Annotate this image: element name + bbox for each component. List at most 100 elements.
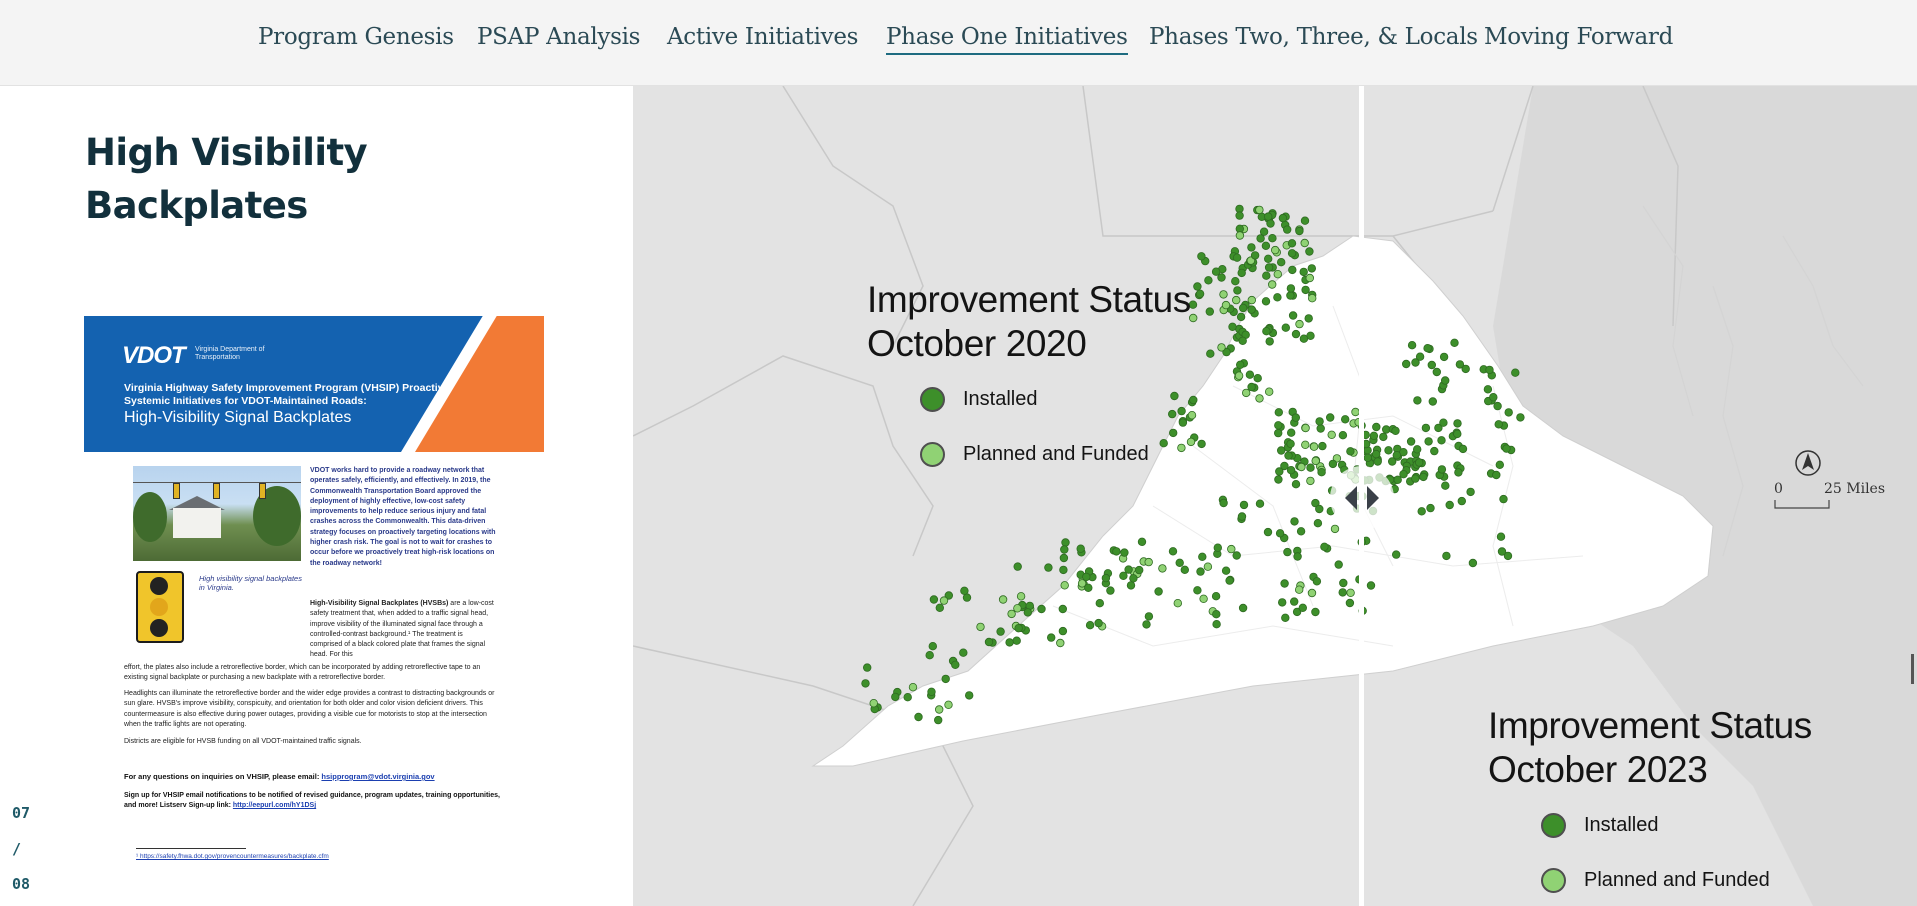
project-point (1170, 391, 1179, 401)
project-point (1206, 349, 1215, 358)
project-point (1186, 437, 1196, 447)
project-point (1423, 344, 1432, 353)
project-point (1485, 365, 1494, 375)
project-point (1428, 397, 1437, 406)
project-point (1366, 581, 1376, 590)
project-point (1466, 487, 1475, 497)
traffic-signal-icon (173, 483, 180, 499)
project-point (1502, 444, 1511, 453)
project-point (1144, 557, 1153, 567)
page-current: 07 (12, 804, 31, 822)
project-point (1496, 532, 1506, 541)
legend-2020-title-line2: October 2020 (867, 323, 1087, 364)
nav-program-genesis[interactable]: Program Genesis (258, 24, 454, 50)
nav-phase-one-initiatives[interactable]: Phase One Initiatives (886, 24, 1128, 55)
footnote-link[interactable]: ¹ https://safety.fhwa.dot.gov/provencoun… (136, 853, 329, 860)
project-point (1346, 588, 1355, 597)
project-point (1393, 475, 1402, 484)
project-point (1173, 599, 1182, 608)
project-point (1305, 273, 1314, 283)
nav-active-initiatives[interactable]: Active Initiatives (667, 24, 858, 50)
contact-text: For any questions on inquiries on VHSIP,… (124, 772, 322, 781)
nav-phases-two-three-locals[interactable]: Phases Two, Three, & Locals (1149, 24, 1478, 50)
project-point (1177, 443, 1186, 453)
project-point (1457, 496, 1466, 506)
nav-moving-forward[interactable]: Moving Forward (1484, 24, 1673, 50)
project-point (1286, 291, 1295, 300)
swipe-handle-icon[interactable] (1330, 466, 1394, 530)
project-point (1245, 370, 1255, 379)
legend-2023-title-line1: Improvement Status (1488, 705, 1812, 746)
scale-distance: 25 Miles (1824, 481, 1886, 497)
document-thumbnail: VDOT Virginia Department of Transportati… (84, 316, 544, 876)
project-point (1168, 547, 1178, 556)
contact-email-link[interactable]: hsipprogram@vdot.virginia.gov (321, 772, 434, 781)
project-point (1291, 329, 1301, 339)
project-point (1129, 574, 1138, 583)
swipe-map[interactable]: Improvement Status October 2020 Installe… (633, 86, 1917, 906)
project-point (959, 648, 968, 657)
project-point (1413, 445, 1422, 454)
project-point (1219, 498, 1228, 508)
project-point (1300, 238, 1309, 248)
project-point (1492, 470, 1501, 480)
project-point (1312, 577, 1322, 586)
project-point (1309, 442, 1319, 451)
project-point (1307, 264, 1316, 273)
vdot-logo: VDOT (122, 342, 186, 369)
project-point (1295, 226, 1304, 236)
project-point (1286, 439, 1295, 448)
project-point (1271, 245, 1280, 255)
project-point (1399, 470, 1408, 479)
project-point (1250, 251, 1260, 260)
project-point (1373, 457, 1382, 466)
project-point (1263, 527, 1273, 537)
project-point (1402, 359, 1411, 369)
project-point (1197, 439, 1206, 449)
signal-lamp-yellow (150, 598, 168, 616)
project-point (1256, 234, 1265, 243)
project-point (1119, 571, 1128, 580)
project-point (1095, 599, 1104, 608)
project-point (1268, 233, 1277, 243)
project-point (1193, 586, 1202, 595)
installed-swatch (1541, 813, 1566, 838)
project-point (1265, 387, 1274, 396)
scroll-indicator[interactable] (1911, 654, 1914, 684)
project-point (1262, 271, 1271, 280)
project-point (1424, 437, 1433, 446)
project-point (1203, 562, 1213, 571)
project-point (1273, 269, 1282, 279)
project-point (1511, 368, 1520, 377)
project-point (1247, 295, 1256, 305)
project-point (1168, 409, 1177, 419)
legend-2020-installed: Installed (963, 388, 1038, 410)
project-point (1221, 566, 1231, 575)
north-arrow-icon (1795, 450, 1821, 476)
project-point (998, 595, 1008, 604)
document-body-4: Districts are eligible for HVSB funding … (124, 738, 362, 745)
project-point (1437, 465, 1447, 474)
project-point (1301, 285, 1310, 295)
project-point (1061, 538, 1070, 547)
project-point (1198, 552, 1207, 561)
swipe-arrows-icon (1345, 486, 1379, 510)
project-point (1305, 247, 1314, 256)
project-point (1439, 418, 1448, 427)
body-1-text: are a low-cost safety treatment that, wh… (310, 600, 494, 659)
signup-link[interactable]: http://eepurl.com/hY1DSj (233, 802, 316, 809)
project-point (1318, 441, 1327, 451)
project-point (1264, 263, 1274, 272)
project-point (869, 699, 878, 708)
project-point (1221, 300, 1231, 310)
document-subheading: High-Visibility Signal Backplates (124, 409, 352, 426)
project-point (1275, 529, 1285, 538)
nav-psap-analysis[interactable]: PSAP Analysis (477, 24, 640, 50)
project-point (1124, 565, 1133, 574)
document-banner: VDOT Virginia Department of Transportati… (84, 316, 544, 452)
body-lead: High-Visibility Signal Backplates (HVSBs… (310, 600, 449, 607)
project-point (1158, 564, 1167, 573)
project-point (1298, 603, 1307, 612)
project-point (1060, 581, 1069, 590)
project-point (1235, 211, 1244, 220)
